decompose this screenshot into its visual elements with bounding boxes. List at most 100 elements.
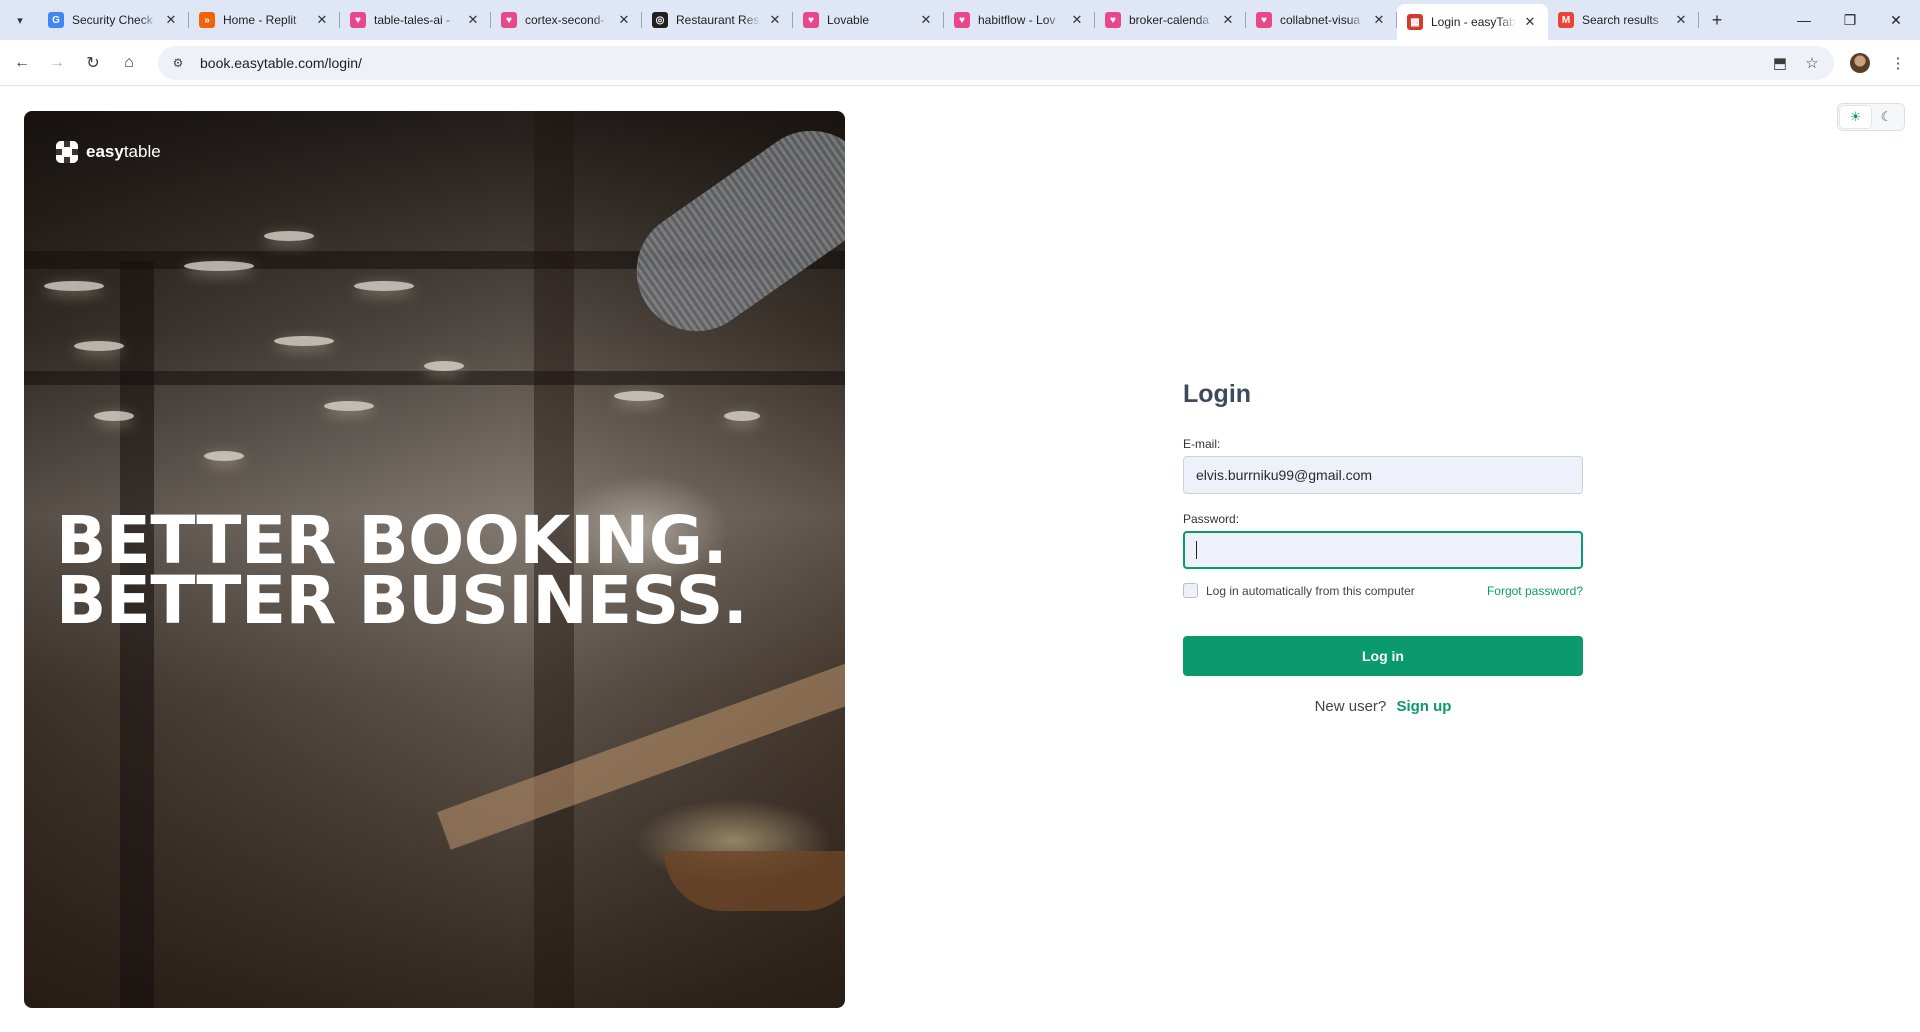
lovable-icon: ♥: [954, 12, 970, 28]
browser-tab[interactable]: ♥ Lovable ✕: [793, 4, 944, 36]
back-icon[interactable]: ←: [8, 49, 36, 77]
pendant-lamp: [424, 361, 464, 371]
easytable-logo-icon: [56, 141, 78, 163]
pendant-lamp: [204, 451, 244, 461]
easytable-logo[interactable]: easytable: [56, 141, 161, 163]
browser-tab[interactable]: ♥ habitflow - Lov ✕: [944, 4, 1095, 36]
lovable-icon: ♥: [350, 12, 366, 28]
tab-strip: ▾ G Security Check ✕ » Home - Replit ✕ ♥ table-…: [0, 0, 1920, 40]
pendant-lamp: [184, 261, 254, 271]
email-value: elvis.burrniku99@gmail.com: [1196, 467, 1373, 483]
pendant-lamp: [94, 411, 134, 421]
page-title: Login: [1183, 380, 1252, 408]
forward-icon[interactable]: →: [43, 49, 71, 77]
minimize-icon[interactable]: —: [1781, 0, 1827, 40]
text-caret: [1196, 541, 1197, 559]
site-info-icon[interactable]: ⚙: [164, 49, 192, 77]
browser-toolbar: ← → ↻ ⌂ ⚙ book.easytable.com/login/ ⬒ ☆ …: [0, 40, 1920, 86]
close-tab-icon[interactable]: ✕: [767, 12, 783, 28]
moon-icon[interactable]: ☾: [1871, 106, 1902, 128]
openai-icon: ◎: [652, 12, 668, 28]
forgot-password-link[interactable]: Forgot password?: [1487, 584, 1583, 598]
easytable-icon: ▦: [1407, 14, 1423, 30]
close-tab-icon[interactable]: ✕: [314, 12, 330, 28]
tab-title: Search results: [1582, 13, 1659, 27]
theme-toggle: ☀ ☾: [1837, 103, 1905, 131]
browser-tab[interactable]: ♥ cortex-second- ✕: [491, 4, 642, 36]
password-label: Password:: [1183, 512, 1240, 526]
tab-title: cortex-second-: [525, 13, 605, 27]
pendant-lamp: [74, 341, 124, 351]
close-window-icon[interactable]: ✕: [1873, 0, 1919, 40]
login-form: Login E-mail: elvis.burrniku99@gmail.com…: [1183, 380, 1583, 715]
pendant-lamp: [324, 401, 374, 411]
tab-search-chevron-icon[interactable]: ▾: [8, 8, 32, 32]
close-tab-icon[interactable]: ✕: [616, 12, 632, 28]
reload-icon[interactable]: ↻: [79, 49, 107, 77]
browser-tab[interactable]: ▦ Login - easyTab ✕: [1397, 4, 1548, 40]
browser-tab[interactable]: M Search results ✕: [1548, 4, 1699, 36]
remember-row: Log in automatically from this computer …: [1183, 583, 1583, 598]
air-duct: [613, 111, 845, 355]
menu-kebab-icon[interactable]: ⋮: [1884, 49, 1912, 77]
close-tab-icon[interactable]: ✕: [1371, 12, 1387, 28]
browser-tab[interactable]: ♥ table-tales-ai - ✕: [340, 4, 491, 36]
install-app-icon[interactable]: ⬒: [1766, 49, 1794, 77]
lovable-icon: ♥: [803, 12, 819, 28]
signup-row: New user? Sign up: [1183, 698, 1583, 715]
tab-list: G Security Check ✕ » Home - Replit ✕ ♥ table-ta…: [38, 4, 1731, 40]
pendant-lamp: [44, 281, 104, 291]
remember-checkbox-row[interactable]: Log in automatically from this computer: [1183, 583, 1415, 598]
close-tab-icon[interactable]: ✕: [1220, 12, 1236, 28]
lovable-icon: ♥: [1105, 12, 1121, 28]
tab-title: broker-calenda: [1129, 13, 1210, 27]
tab-title: Home - Replit: [223, 13, 297, 27]
remember-label[interactable]: Log in automatically from this computer: [1206, 584, 1415, 598]
browser-tab[interactable]: ♥ broker-calenda ✕: [1095, 4, 1246, 36]
lovable-icon: ♥: [1256, 12, 1272, 28]
new-user-text: New user?: [1314, 698, 1387, 715]
tab-title: Restaurant Res: [676, 13, 760, 27]
tab-separator: [1698, 12, 1699, 28]
tab-title: Security Check: [72, 13, 153, 27]
signup-link[interactable]: Sign up: [1396, 698, 1451, 715]
email-label: E-mail:: [1183, 437, 1221, 451]
pendant-lamp: [264, 231, 314, 241]
tab-title: table-tales-ai -: [374, 13, 451, 27]
close-tab-icon[interactable]: ✕: [1522, 14, 1538, 30]
pendant-lamp: [274, 336, 334, 346]
hero-image: easytable BETTER BOOKING. BETTER BUSINES…: [24, 111, 845, 1008]
gmail-icon: M: [1558, 12, 1574, 28]
close-tab-icon[interactable]: ✕: [1069, 12, 1085, 28]
browser-tab[interactable]: ◎ Restaurant Res ✕: [642, 4, 793, 36]
browser-tab[interactable]: ♥ collabnet-visua ✕: [1246, 4, 1397, 36]
close-tab-icon[interactable]: ✕: [918, 12, 934, 28]
tab-title: Lovable: [827, 13, 870, 27]
pendant-lamp: [354, 281, 414, 291]
google-icon: G: [48, 12, 64, 28]
profile-avatar[interactable]: [1850, 53, 1870, 73]
address-bar[interactable]: ⚙ book.easytable.com/login/: [158, 46, 1834, 80]
new-tab-icon[interactable]: +: [1703, 6, 1731, 34]
lovable-icon: ♥: [501, 12, 517, 28]
email-field[interactable]: elvis.burrniku99@gmail.com: [1183, 456, 1583, 494]
home-icon[interactable]: ⌂: [115, 49, 143, 77]
sun-icon[interactable]: ☀: [1840, 106, 1871, 128]
address-url[interactable]: book.easytable.com/login/: [200, 55, 362, 71]
login-button[interactable]: Log in: [1183, 636, 1583, 676]
pendant-lamp: [614, 391, 664, 401]
browser-tab[interactable]: » Home - Replit ✕: [189, 4, 340, 36]
remember-checkbox[interactable]: [1183, 583, 1198, 598]
close-tab-icon[interactable]: ✕: [1673, 12, 1689, 28]
tab-title: habitflow - Lov: [978, 13, 1056, 27]
restore-icon[interactable]: ❐: [1827, 0, 1873, 40]
browser-tab[interactable]: G Security Check ✕: [38, 4, 189, 36]
close-tab-icon[interactable]: ✕: [163, 12, 179, 28]
close-tab-icon[interactable]: ✕: [465, 12, 481, 28]
bookmark-star-icon[interactable]: ☆: [1798, 49, 1826, 77]
tab-title: collabnet-visua: [1280, 13, 1361, 27]
replit-icon: »: [199, 12, 215, 28]
password-field[interactable]: [1183, 531, 1583, 569]
hero-headline: BETTER BOOKING. BETTER BUSINESS.: [56, 508, 748, 634]
logo-wordmark: easytable: [86, 142, 161, 161]
